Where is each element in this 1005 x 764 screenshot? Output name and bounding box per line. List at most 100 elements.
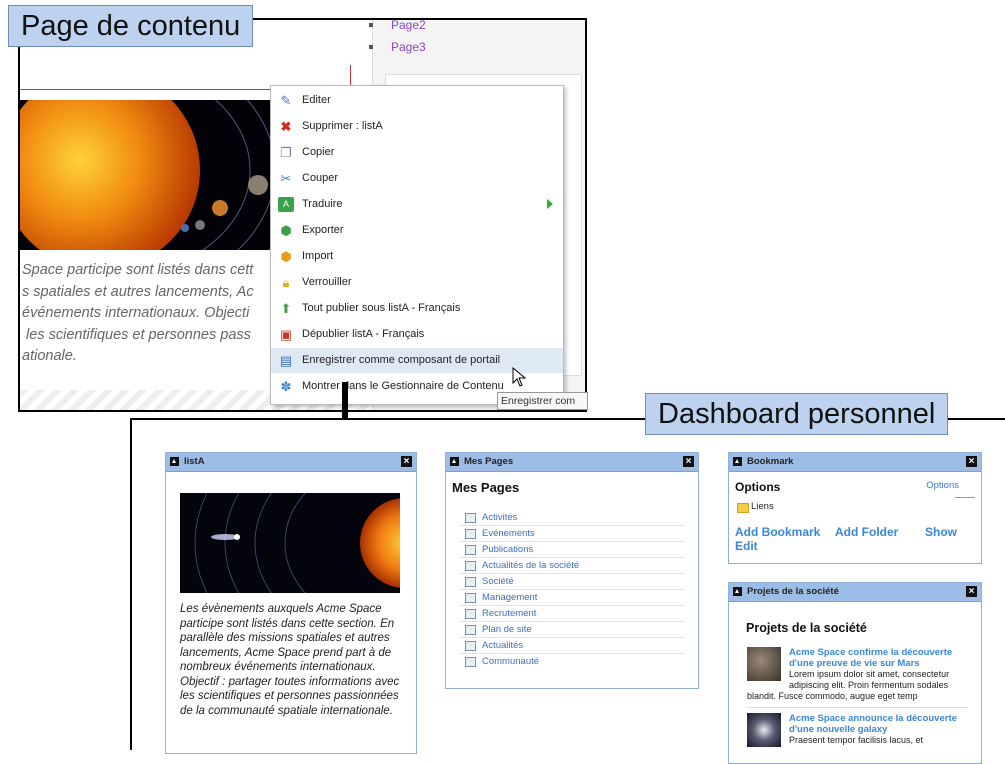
- gadget-title: listA: [184, 456, 205, 467]
- gadget-title: Mes Pages: [464, 456, 514, 467]
- page-link-label: Plan de site: [482, 624, 532, 635]
- page-link[interactable]: Publications: [460, 542, 684, 558]
- collapse-icon[interactable]: [450, 457, 459, 466]
- menu-item-verrouiller[interactable]: 🔒︎ Verrouiller: [271, 270, 563, 295]
- menu-item-label: Exporter: [302, 224, 344, 236]
- project-summary: Lorem ipsum dolor sit amet, consectetur …: [789, 669, 950, 690]
- body-line: ationale.: [22, 348, 77, 364]
- page-link-label: Management: [482, 592, 538, 603]
- import-icon: ⬢: [280, 249, 292, 264]
- gadget-header[interactable]: Bookmark ×: [729, 453, 981, 472]
- callout-page-de-contenu: Page de contenu: [8, 5, 254, 47]
- copy-icon: ❐: [280, 145, 292, 160]
- page-link-label: Actualités de la société: [482, 560, 580, 571]
- gadget-bookmark: Bookmark × Options Options Liens Add Boo…: [728, 452, 982, 564]
- context-menu: ✎ Editer ✖ Supprimer : listA ❐ Copier ✂ …: [270, 85, 564, 405]
- gadget-header[interactable]: Mes Pages ×: [446, 453, 698, 472]
- close-icon[interactable]: ×: [966, 456, 977, 467]
- page-icon: [465, 657, 476, 667]
- collapse-icon[interactable]: [733, 587, 742, 596]
- edit-link[interactable]: Edit: [735, 539, 758, 553]
- export-icon: ⬢: [280, 223, 292, 238]
- gadget-title: Bookmark: [747, 456, 794, 467]
- page-link-label: Activités: [482, 512, 518, 523]
- page-link[interactable]: Evénements: [460, 526, 684, 542]
- options-link[interactable]: Options: [926, 480, 959, 491]
- page-link[interactable]: Société: [460, 574, 684, 590]
- menu-item-traduire[interactable]: A Traduire: [271, 192, 563, 217]
- menu-item-label: Verrouiller: [302, 276, 352, 288]
- menu-item-copier[interactable]: ❐ Copier: [271, 140, 563, 165]
- page-icon: [465, 545, 476, 555]
- page-link-label: Evénements: [482, 528, 535, 539]
- page-link-label: Publications: [482, 544, 534, 555]
- collapse-icon[interactable]: [170, 457, 179, 466]
- menu-item-import[interactable]: ⬢ Import: [271, 244, 563, 269]
- divider: [955, 497, 975, 498]
- show-link[interactable]: Show: [925, 525, 957, 539]
- menu-item-exporter[interactable]: ⬢ Exporter: [271, 218, 563, 243]
- menu-item-couper[interactable]: ✂ Couper: [271, 166, 563, 191]
- page-link[interactable]: Communauté: [460, 654, 684, 669]
- gadget-lista: listA × Les évènements auxquels Acme Spa…: [165, 452, 417, 754]
- folder-icon: [737, 503, 749, 513]
- menu-item-supprimer[interactable]: ✖ Supprimer : listA: [271, 114, 563, 139]
- content-body-text: Space participe sont listés dans cett s …: [22, 260, 292, 368]
- menu-item-label: Editer: [302, 94, 331, 106]
- page-link[interactable]: Activités: [460, 510, 684, 526]
- page-link[interactable]: Recrutement: [460, 606, 684, 622]
- collapse-icon[interactable]: [733, 457, 742, 466]
- nav-link-page2[interactable]: Page2: [369, 20, 426, 32]
- close-icon[interactable]: ×: [966, 586, 977, 597]
- body-line: les scientifiques et personnes pass: [22, 326, 251, 343]
- projets-heading: Projets de la société: [746, 621, 867, 635]
- gadget-header[interactable]: listA ×: [166, 453, 416, 472]
- menu-item-label: Copier: [302, 146, 335, 158]
- project-thumbnail: [747, 713, 781, 747]
- delete-icon: ✖: [280, 119, 292, 134]
- body-line: s spatiales et autres lancements, Ac: [22, 283, 254, 300]
- project-thumbnail: [747, 647, 781, 681]
- nav-link-page3[interactable]: Page3: [369, 40, 426, 54]
- project-title-link[interactable]: Acme Space confirme la découverte d'une …: [789, 647, 969, 669]
- publish-icon: ⬆: [280, 301, 292, 316]
- page-icon: [465, 529, 476, 539]
- menu-item-label: Traduire: [302, 198, 343, 210]
- menu-item-label: Supprimer : listA: [302, 120, 383, 132]
- menu-item-label: Dépublier listA - Français: [302, 328, 425, 340]
- add-bookmark-link[interactable]: Add Bookmark: [735, 525, 820, 539]
- edit-icon: ✎: [280, 93, 292, 108]
- lock-icon: 🔒︎: [282, 275, 290, 290]
- page-link-label: Recrutement: [482, 608, 537, 619]
- menu-item-editer[interactable]: ✎ Editer: [271, 88, 563, 113]
- bookmark-folder-liens[interactable]: Liens: [751, 501, 774, 512]
- page-icon: [465, 513, 476, 523]
- project-title-link[interactable]: Acme Space announce la découverte d'une …: [789, 713, 969, 735]
- nav-link-label: Page3: [391, 40, 426, 54]
- bullet-icon: [369, 23, 373, 27]
- page-icon: [465, 561, 476, 571]
- page-link[interactable]: Actualités: [460, 638, 684, 654]
- gadget-header[interactable]: Projets de la société ×: [729, 583, 981, 602]
- body-line: événements internationaux. Objecti: [22, 305, 250, 321]
- menu-item-label: Tout publier sous listA - Français: [302, 302, 461, 314]
- solar-system-image: [180, 493, 400, 593]
- add-folder-link[interactable]: Add Folder: [835, 525, 898, 539]
- portal-icon: ▤: [279, 353, 293, 368]
- page-link-label: Communauté: [482, 656, 540, 667]
- page-icon: [465, 609, 476, 619]
- page-link[interactable]: Plan de site: [460, 622, 684, 638]
- page-link[interactable]: Management: [460, 590, 684, 606]
- tooltip: Enregistrer com: [497, 392, 588, 410]
- menu-item-depublier[interactable]: ▣ Dépublier listA - Français: [271, 322, 563, 347]
- callout-dashboard-personnel: Dashboard personnel: [645, 393, 949, 435]
- page-link[interactable]: Actualités de la société: [460, 558, 684, 574]
- mes-pages-heading: Mes Pages: [452, 480, 520, 495]
- close-icon[interactable]: ×: [401, 456, 412, 467]
- menu-item-publier[interactable]: ⬆ Tout publier sous listA - Français: [271, 296, 563, 321]
- gadget-mes-pages: Mes Pages × Mes Pages Activités Evénemen…: [445, 452, 699, 689]
- close-icon[interactable]: ×: [683, 456, 694, 467]
- project-summary: blandit. Fusce commodo, augue eget temp: [747, 691, 918, 701]
- submenu-arrow-icon: [547, 199, 553, 209]
- menu-item-label: Couper: [302, 172, 339, 184]
